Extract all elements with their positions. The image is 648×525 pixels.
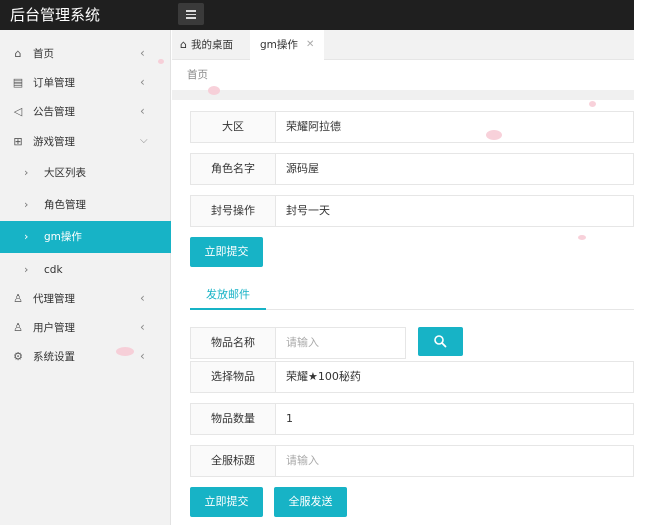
tab-send-mail[interactable]: 发放邮件 (190, 280, 266, 310)
region-select[interactable]: 荣耀阿拉德 (286, 112, 341, 142)
user-icon: ♙ (13, 321, 23, 334)
chevron-left-icon: ‹ (140, 291, 145, 305)
sidebar-item-label: 订单管理 (33, 77, 75, 89)
field-label: 物品名称 (191, 328, 276, 358)
send-all-button[interactable]: 全服发送 (274, 487, 347, 517)
sidebar-item-label: 游戏管理 (33, 136, 75, 148)
chevron-right-icon: › (24, 230, 29, 243)
search-icon (434, 335, 447, 348)
field-label: 选择物品 (191, 362, 276, 392)
mail-title-field[interactable]: 全服标题 请输入 (190, 445, 634, 477)
sidebar: ⌂ 首页 ‹ ▤ 订单管理 ‹ ◁ 公告管理 ‹ ⊞ 游戏管理 ⌵ › 大区列表… (0, 30, 171, 525)
divider (266, 309, 634, 310)
ban-action-select[interactable]: 封号一天 (286, 196, 330, 226)
sidebar-item-games[interactable]: ⊞ 游戏管理 ⌵ (0, 127, 171, 157)
hamburger-icon (186, 10, 196, 12)
petal-decoration (578, 235, 586, 240)
chevron-left-icon: ‹ (140, 104, 145, 118)
menu-toggle-button[interactable] (178, 3, 204, 25)
sidebar-item-home[interactable]: ⌂ 首页 ‹ (0, 39, 171, 69)
close-icon[interactable]: ✕ (306, 30, 314, 60)
sidebar-subitem-role-management[interactable]: › 角色管理 (0, 189, 171, 221)
item-name-input[interactable]: 请输入 (286, 328, 319, 358)
field-label: 封号操作 (191, 196, 276, 226)
field-label: 全服标题 (191, 446, 276, 476)
breadcrumb[interactable]: 首页 (187, 68, 208, 82)
app-title: 后台管理系统 (10, 6, 101, 24)
chevron-left-icon: ‹ (140, 349, 145, 363)
sidebar-item-label: 公告管理 (33, 106, 75, 118)
item-select[interactable]: 荣耀★100秘药 (286, 362, 361, 392)
tab-gm[interactable]: gm操作 ✕ (250, 30, 324, 60)
chevron-left-icon: ‹ (140, 75, 145, 89)
sidebar-item-orders[interactable]: ▤ 订单管理 ‹ (0, 68, 171, 98)
sidebar-item-label: 代理管理 (33, 293, 75, 305)
submit-mail-button[interactable]: 立即提交 (190, 487, 263, 517)
field-label: 角色名字 (191, 154, 276, 184)
region-field[interactable]: 大区 荣耀阿拉德 (190, 111, 634, 143)
sidebar-item-label: 首页 (33, 48, 54, 60)
tab-my-desktop[interactable]: ⌂ 我的桌面 (180, 30, 233, 60)
item-select-field[interactable]: 选择物品 荣耀★100秘药 (190, 361, 634, 393)
item-quantity-field[interactable]: 物品数量 1 (190, 403, 634, 435)
home-icon: ⌂ (180, 38, 187, 51)
chevron-left-icon: ‹ (140, 46, 145, 60)
chevron-right-icon: › (24, 263, 29, 276)
petal-decoration (486, 130, 502, 140)
submit-button[interactable]: 立即提交 (190, 237, 263, 267)
sidebar-item-users[interactable]: ♙ 用户管理 ‹ (0, 313, 171, 343)
user-icon: ♙ (13, 292, 23, 305)
sidebar-item-label: 系统设置 (33, 351, 75, 363)
sidebar-item-agents[interactable]: ♙ 代理管理 ‹ (0, 284, 171, 314)
sidebar-item-label: 用户管理 (33, 322, 75, 334)
petal-decoration (589, 101, 596, 107)
chevron-right-icon: › (24, 198, 29, 211)
search-button[interactable] (418, 327, 463, 356)
sidebar-item-announcements[interactable]: ◁ 公告管理 ‹ (0, 97, 171, 127)
field-label: 大区 (191, 112, 276, 142)
breadcrumb-bar: 首页 (172, 60, 634, 90)
item-name-field[interactable]: 物品名称 请输入 (190, 327, 406, 359)
home-icon: ⌂ (14, 47, 22, 60)
field-label: 物品数量 (191, 404, 276, 434)
role-name-input[interactable]: 源码屋 (286, 154, 319, 184)
game-icon: ⊞ (13, 135, 23, 148)
divider (172, 90, 634, 100)
petal-decoration (158, 59, 164, 64)
petal-decoration (116, 347, 134, 356)
sidebar-subitem-gm[interactable]: › gm操作 (0, 221, 171, 253)
sidebar-subitem-region-list[interactable]: › 大区列表 (0, 157, 171, 189)
sidebar-item-settings[interactable]: ⚙ 系统设置 ‹ (0, 342, 171, 372)
role-name-field[interactable]: 角色名字 源码屋 (190, 153, 634, 185)
item-quantity-input[interactable]: 1 (286, 404, 293, 434)
sidebar-subitem-cdk[interactable]: › cdk (0, 254, 171, 286)
petal-decoration (208, 86, 220, 95)
chevron-right-icon: › (24, 166, 29, 179)
mail-title-input[interactable]: 请输入 (286, 446, 319, 476)
top-bar: 后台管理系统 (0, 0, 634, 30)
tab-bar: ⌂ 我的桌面 gm操作 ✕ (172, 30, 634, 60)
chevron-left-icon: ‹ (140, 320, 145, 334)
gear-icon: ⚙ (13, 350, 23, 363)
speaker-icon: ◁ (13, 105, 23, 118)
ban-action-field[interactable]: 封号操作 封号一天 (190, 195, 634, 227)
order-icon: ▤ (12, 76, 24, 89)
chevron-down-icon: ⌵ (140, 135, 148, 146)
